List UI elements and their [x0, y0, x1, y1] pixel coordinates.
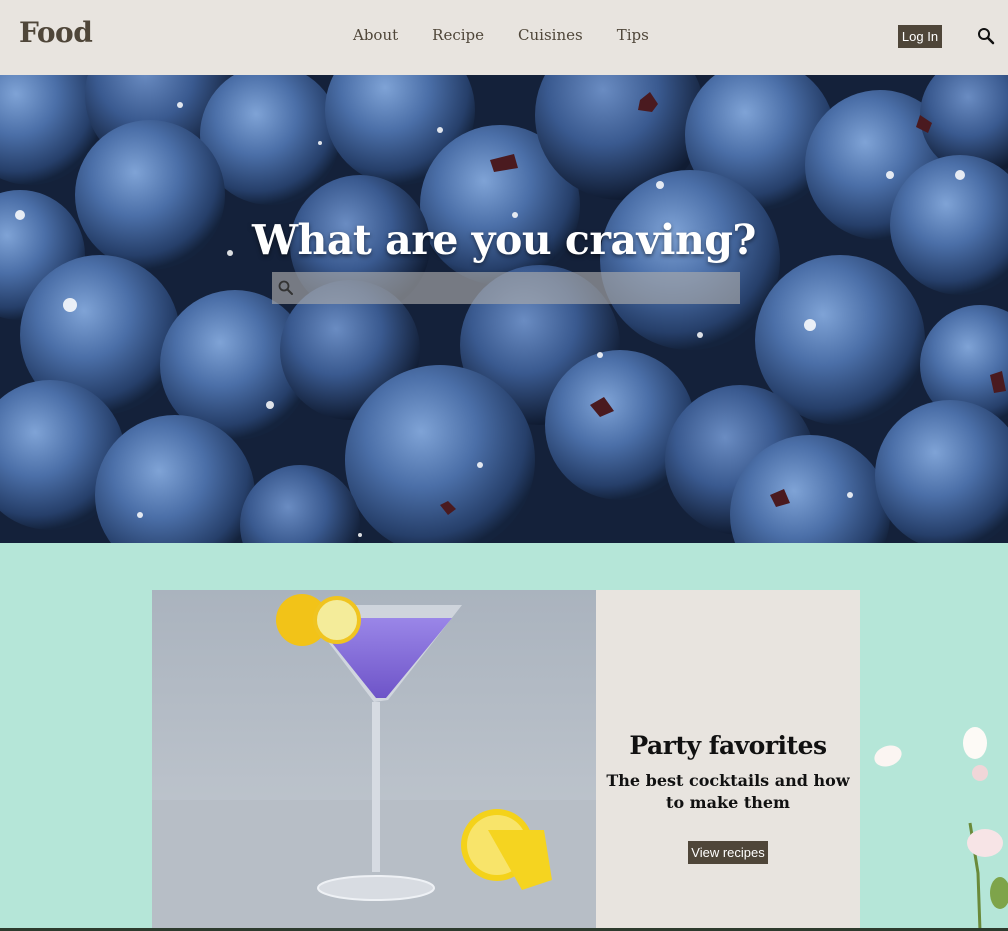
search-icon[interactable] — [977, 27, 995, 45]
nav-item-tips[interactable]: Tips — [617, 26, 649, 44]
promo-title: Party favorites — [629, 731, 827, 760]
nav-item-about[interactable]: About — [353, 26, 398, 44]
nav-item-cuisines[interactable]: Cuisines — [518, 26, 583, 44]
nav-item-recipe[interactable]: Recipe — [432, 26, 484, 44]
search-icon — [278, 280, 294, 300]
promo-section: Party favorites The best cocktails and h… — [0, 543, 1008, 931]
cocktail-image — [152, 590, 596, 931]
login-button[interactable]: Log In — [898, 25, 942, 48]
hero-search-input[interactable] — [272, 272, 740, 304]
promo-subtitle: The best cocktails and how to make them — [606, 771, 850, 812]
hero-title: What are you craving? — [252, 216, 756, 264]
site-logo[interactable]: Food — [19, 16, 93, 49]
promo-card: Party favorites The best cocktails and h… — [596, 590, 860, 931]
blueberries-image — [0, 75, 1008, 543]
site-header: Food About Recipe Cuisines Tips Log In — [0, 0, 1008, 75]
flower-decoration — [874, 727, 1008, 931]
hero-banner: What are you craving? — [0, 75, 1008, 543]
view-recipes-button[interactable]: View recipes — [688, 841, 768, 864]
main-nav: About Recipe Cuisines Tips — [353, 26, 683, 44]
